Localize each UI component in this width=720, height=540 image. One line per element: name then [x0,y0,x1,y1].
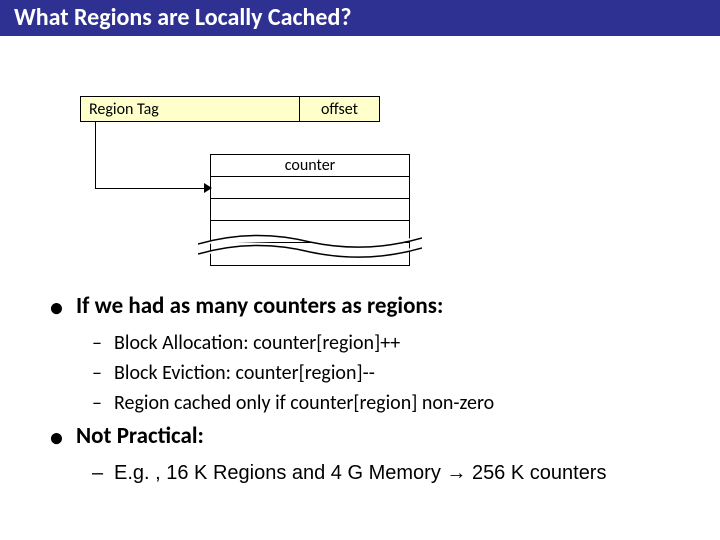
bullet-not-practical-heading: Not Practical: [50,422,690,450]
offset-label: offset [299,97,379,121]
bullet-block-eviction: Block Eviction: counter[region]-- [92,360,690,386]
bullet-block-allocation: Block Allocation: counter[region]++ [92,330,690,356]
slide-title: What Regions are Locally Cached? [0,0,720,36]
diagram: Region Tag offset counter [0,36,720,286]
bullet-counters-heading: If we had as many counters as regions: [50,292,690,320]
bullet-region-cached: Region cached only if counter[region] no… [92,390,690,416]
table-break-bottom-icon [198,242,422,260]
table-row [211,199,409,221]
counter-header-row: counter [211,155,409,177]
region-tag-box: Region Tag offset [80,96,380,122]
content-body: If we had as many counters as regions: B… [0,292,720,486]
bullet-example-counters: E.g. , 16 K Regions and 4 G Memory → 256… [92,460,690,486]
table-row [211,177,409,199]
index-arrow-horizontal [95,188,209,189]
region-tag-label: Region Tag [81,97,299,121]
index-arrow-vertical [95,122,96,188]
